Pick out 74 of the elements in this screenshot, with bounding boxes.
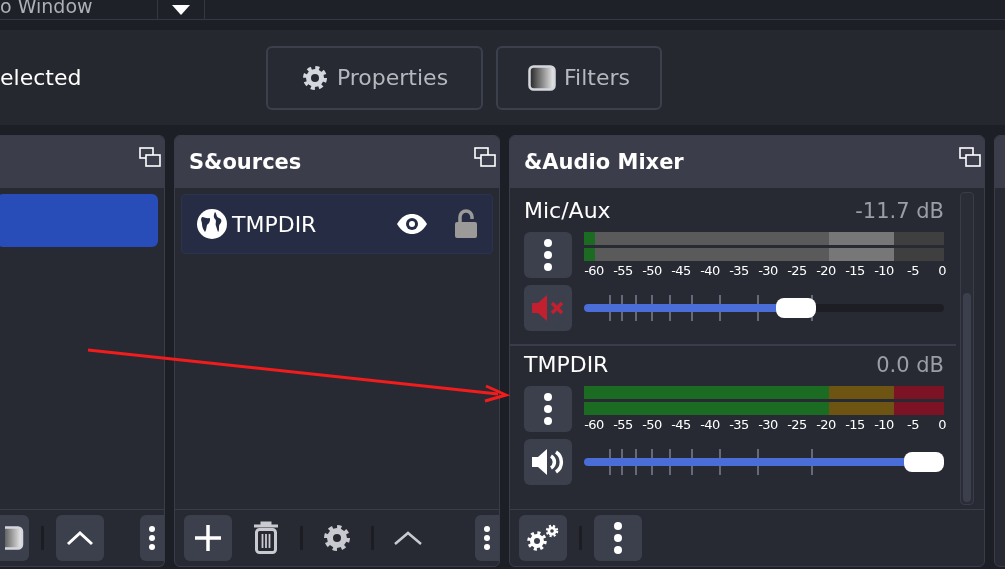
volume-reading: -11.7 dB	[855, 199, 944, 223]
channel-name: TMPDIR	[524, 352, 609, 377]
panel-title: &Audio Mixer	[524, 150, 684, 174]
filters-button[interactable]: Filters	[496, 45, 662, 110]
dots-icon	[148, 525, 156, 551]
scale-label: 0	[938, 263, 946, 279]
channel-name: Mic/Aux	[524, 198, 611, 223]
scale-label: -60	[584, 263, 604, 279]
menu-button[interactable]	[475, 515, 499, 561]
scale-label: -20	[816, 263, 836, 279]
advanced-audio-button[interactable]	[519, 515, 567, 561]
scale-label: -25	[787, 263, 807, 279]
add-button[interactable]	[184, 515, 232, 561]
speaker-icon	[531, 447, 565, 477]
scale-label: -25	[787, 417, 807, 433]
panel-title: S&ources	[189, 150, 302, 174]
menu-button[interactable]	[524, 386, 572, 432]
scale-label: -40	[700, 417, 720, 433]
source-label: elected	[0, 65, 83, 90]
scale-label: -55	[613, 263, 633, 279]
volume-reading: 0.0 dB	[876, 353, 944, 377]
scale-label: -15	[845, 263, 865, 279]
volume-slider[interactable]	[584, 452, 944, 472]
globe-icon	[196, 208, 228, 240]
scale-label: -50	[642, 263, 662, 279]
scale-label: -45	[671, 263, 691, 279]
gears-icon	[526, 524, 560, 552]
scale-label: -30	[758, 417, 778, 433]
scale-label: -30	[758, 263, 778, 279]
dots-icon	[613, 521, 623, 555]
source-item[interactable]: TMPDIR	[181, 194, 493, 254]
dots-icon	[483, 525, 491, 551]
scale-label: 0	[938, 417, 946, 433]
caret-up-icon	[393, 530, 423, 546]
eye-icon[interactable]	[396, 213, 428, 235]
filter-button[interactable]	[0, 515, 29, 561]
muted-speaker-icon	[531, 293, 565, 323]
slider-handle[interactable]	[904, 452, 944, 472]
gear-icon	[322, 523, 352, 553]
gear-icon	[300, 63, 329, 92]
dots-icon	[543, 238, 553, 272]
trash-icon	[251, 521, 281, 555]
undock-icon[interactable]	[474, 147, 496, 167]
caret-up-icon	[66, 530, 94, 546]
undock-icon[interactable]	[959, 147, 981, 167]
menu-button[interactable]	[594, 515, 642, 561]
scale-label: -40	[700, 263, 720, 279]
volume-slider[interactable]	[584, 298, 944, 318]
scale-label: -35	[729, 263, 749, 279]
scale-label: -60	[584, 417, 604, 433]
scale-label: -10	[874, 263, 894, 279]
undock-icon[interactable]	[139, 147, 161, 167]
properties-button[interactable]: Properties	[266, 45, 483, 110]
scale-label: -35	[729, 417, 749, 433]
dots-icon	[543, 392, 553, 426]
unlocked-icon[interactable]	[454, 209, 478, 239]
scale-label: -50	[642, 417, 662, 433]
menu-button[interactable]	[140, 515, 164, 561]
scale-label: -55	[613, 417, 633, 433]
scale-label: -10	[874, 417, 894, 433]
scale-label: -15	[845, 417, 865, 433]
scale-label: -45	[671, 417, 691, 433]
menu-button[interactable]	[524, 232, 572, 278]
filter-icon	[5, 526, 25, 550]
caret-icon	[172, 4, 190, 15]
plus-icon	[194, 524, 222, 552]
slider-handle[interactable]	[776, 298, 816, 318]
scale-label: -5	[907, 417, 919, 433]
scale-label: -5	[907, 263, 919, 279]
move-up-button[interactable]	[56, 515, 104, 561]
scrollbar[interactable]	[960, 192, 974, 505]
scale-label: -20	[816, 417, 836, 433]
filter-icon	[528, 64, 556, 91]
mute-button[interactable]	[524, 439, 572, 485]
